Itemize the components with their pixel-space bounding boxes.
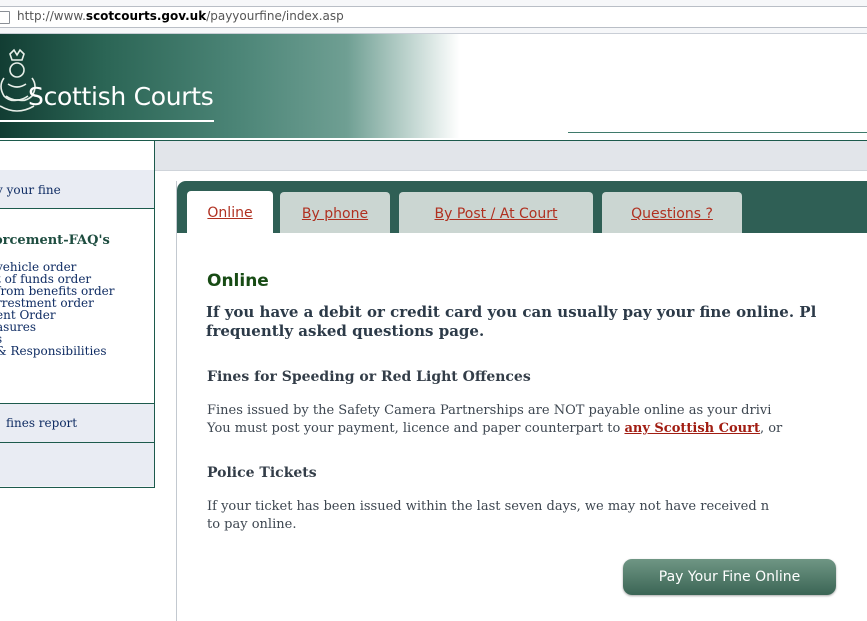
- speeding-line-1: Fines issued by the Safety Camera Partne…: [207, 403, 772, 418]
- lead-line-2: frequently asked questions page.: [206, 322, 485, 340]
- tab-online[interactable]: Online: [187, 191, 273, 235]
- lead-text: If you have a debit or credit card you c…: [206, 303, 867, 341]
- speeding-fines-text: Fines issued by the Safety Camera Partne…: [207, 402, 782, 438]
- speeding-line-2-text: You must post your payment, licence and …: [207, 421, 625, 436]
- browser-address-bar: http://www.scotcourts.gov.uk/payyourfine…: [0, 0, 867, 34]
- sidebar-item-measures[interactable]: asures: [0, 321, 115, 333]
- section-heading-online: Online: [207, 271, 269, 291]
- sidebar: y your fine orcement-FAQ's vehicle order…: [0, 170, 155, 488]
- sidebar-section-enforcement: orcement-FAQ's vehicle order t of funds …: [0, 209, 154, 404]
- sidebar-item-responsibilities[interactable]: & Responsibilities: [0, 345, 115, 357]
- lead-line-1: If you have a debit or credit card you c…: [206, 303, 817, 321]
- banner-divider: [568, 132, 867, 133]
- url-text: http://www.scotcourts.gov.uk/payyourfine…: [17, 9, 344, 23]
- page-icon: [0, 11, 10, 24]
- police-line-2: to pay online.: [207, 517, 297, 532]
- sidebar-item-pay-your-fine[interactable]: y your fine: [0, 183, 61, 197]
- sidebar-item-fines-report[interactable]: fines report: [6, 416, 77, 430]
- sidebar-enforcement-list: vehicle order t of funds order from bene…: [0, 261, 115, 357]
- tab-bar: Online By phone By Post / At Court Quest…: [177, 181, 867, 235]
- logo-underline: [0, 120, 214, 122]
- police-line-1: If your ticket has been issued within th…: [207, 499, 770, 514]
- site-logo-text[interactable]: Scottish Courts: [28, 82, 214, 111]
- tab-by-phone[interactable]: By phone: [280, 192, 390, 233]
- url-field[interactable]: http://www.scotcourts.gov.uk/payyourfine…: [0, 6, 867, 28]
- navigation-strip: [0, 140, 867, 171]
- content-panel: Online By phone By Post / At Court Quest…: [176, 181, 867, 621]
- speeding-line-2: You must post your payment, licence and …: [207, 420, 782, 438]
- sidebar-heading-enforcement-faqs[interactable]: orcement-FAQ's: [0, 233, 110, 248]
- heading-speeding-fines: Fines for Speeding or Red Light Offences: [207, 369, 531, 385]
- sidebar-section-empty: [0, 443, 154, 486]
- site-banner: Scottish Courts: [0, 34, 867, 138]
- pay-your-fine-online-button[interactable]: Pay Your Fine Online: [623, 559, 836, 595]
- heading-police-tickets: Police Tickets: [207, 465, 317, 481]
- tab-questions[interactable]: Questions ?: [602, 192, 742, 233]
- tab-content-online: Online If you have a debit or credit car…: [177, 235, 867, 621]
- speeding-line-2-tail: , or: [759, 421, 783, 436]
- tab-by-post-at-court[interactable]: By Post / At Court: [399, 192, 593, 233]
- sidebar-section-pay: y your fine: [0, 170, 154, 209]
- police-tickets-text: If your ticket has been issued within th…: [207, 498, 769, 534]
- navigation-strip-left-cell: [0, 141, 155, 170]
- sidebar-section-report: fines report: [0, 404, 154, 443]
- any-scottish-court-link[interactable]: any Scottish Court: [624, 421, 760, 436]
